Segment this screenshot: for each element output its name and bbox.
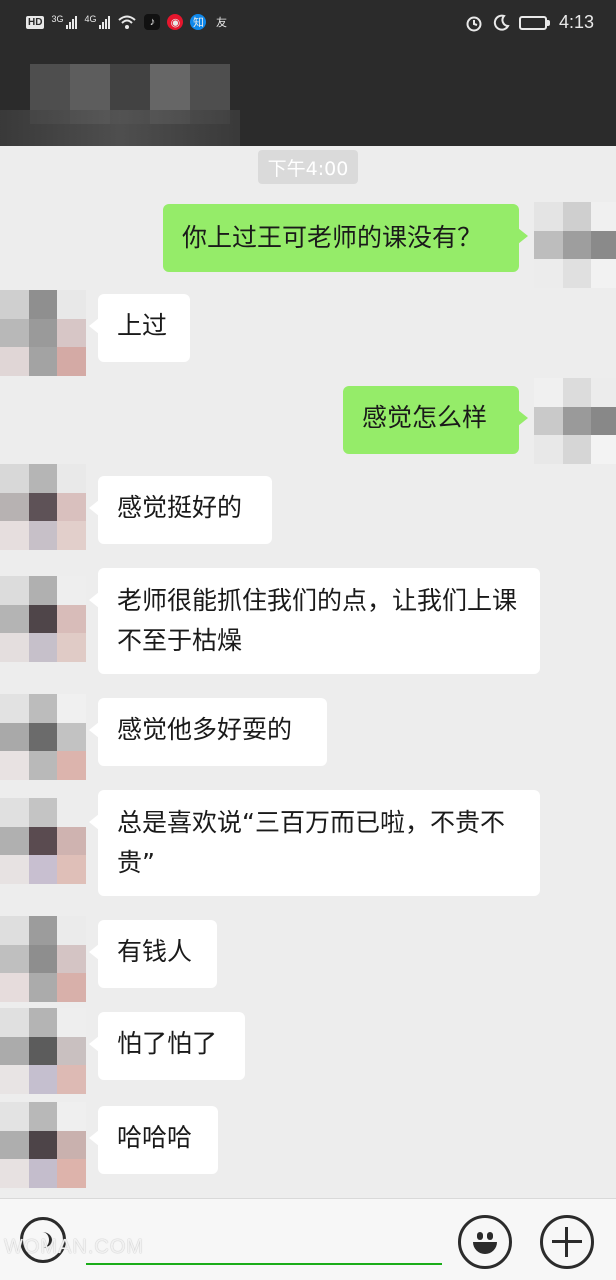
network-4g-label: 4G	[84, 14, 97, 24]
status-left-group: HD 3G 4G ♪ ◉ 知 友	[26, 14, 229, 30]
contact-avatar[interactable]	[0, 798, 86, 884]
timestamp-pill: 下午4:00	[258, 150, 358, 184]
alarm-icon	[466, 16, 482, 31]
chat-area[interactable]: 下午4:00 你上过王可老师的课没有？ 上过 感觉怎么样 感觉挺好的 老师很能抓…	[0, 146, 616, 1198]
signal-icon	[99, 15, 111, 29]
tiktok-icon: ♪	[144, 14, 161, 30]
status-right-group: 4:13	[465, 12, 594, 33]
message-bubble-incoming[interactable]: 有钱人	[89, 920, 217, 988]
own-avatar[interactable]	[534, 202, 616, 288]
plus-icon[interactable]	[540, 1215, 594, 1269]
message-bubble-incoming[interactable]: 怕了怕了	[89, 1012, 245, 1080]
weibo-icon: ◉	[167, 14, 184, 30]
message-bubble-incoming[interactable]: 哈哈哈	[89, 1106, 218, 1174]
smiley-face	[469, 1226, 501, 1258]
message-bubble-incoming[interactable]: 感觉他多好耍的	[89, 698, 327, 766]
network-3g-label: 3G	[51, 14, 64, 24]
emoji-icon[interactable]	[458, 1215, 512, 1269]
contact-avatar[interactable]	[0, 1102, 86, 1188]
contact-avatar[interactable]	[0, 576, 86, 662]
message-bubble-incoming[interactable]: 总是喜欢说“三百万而已啦，不贵不贵”	[89, 790, 540, 896]
message-bubble-incoming[interactable]: 感觉挺好的	[89, 476, 272, 544]
hd-badge: HD	[26, 15, 45, 29]
battery-icon	[518, 15, 550, 30]
contact-avatar[interactable]	[0, 464, 86, 550]
chat-header	[0, 50, 616, 146]
own-avatar[interactable]	[534, 378, 616, 464]
message-bubble-incoming[interactable]: 老师很能抓住我们的点，让我们上课不至于枯燥	[89, 568, 540, 674]
moon-icon	[493, 14, 510, 31]
signal-icon	[66, 15, 78, 29]
watermark: WOMAN.COM	[4, 1236, 145, 1258]
contact-avatar[interactable]	[0, 694, 86, 780]
plus-mark	[552, 1227, 582, 1257]
message-bubble-outgoing[interactable]: 感觉怎么样	[343, 386, 528, 454]
friends-icon: 友	[215, 17, 227, 29]
status-time: 4:13	[558, 12, 594, 32]
contact-avatar[interactable]	[0, 1008, 86, 1094]
message-bubble-outgoing[interactable]: 你上过王可老师的课没有？	[163, 204, 528, 272]
contact-avatar[interactable]	[0, 916, 86, 1002]
blurred-header-area	[0, 110, 240, 146]
zhihu-icon: 知	[190, 14, 207, 30]
contact-avatar[interactable]	[0, 290, 86, 376]
message-bubble-incoming[interactable]: 上过	[89, 294, 190, 362]
status-bar: HD 3G 4G ♪ ◉ 知 友 4:13	[0, 0, 616, 50]
wifi-icon	[118, 15, 137, 29]
